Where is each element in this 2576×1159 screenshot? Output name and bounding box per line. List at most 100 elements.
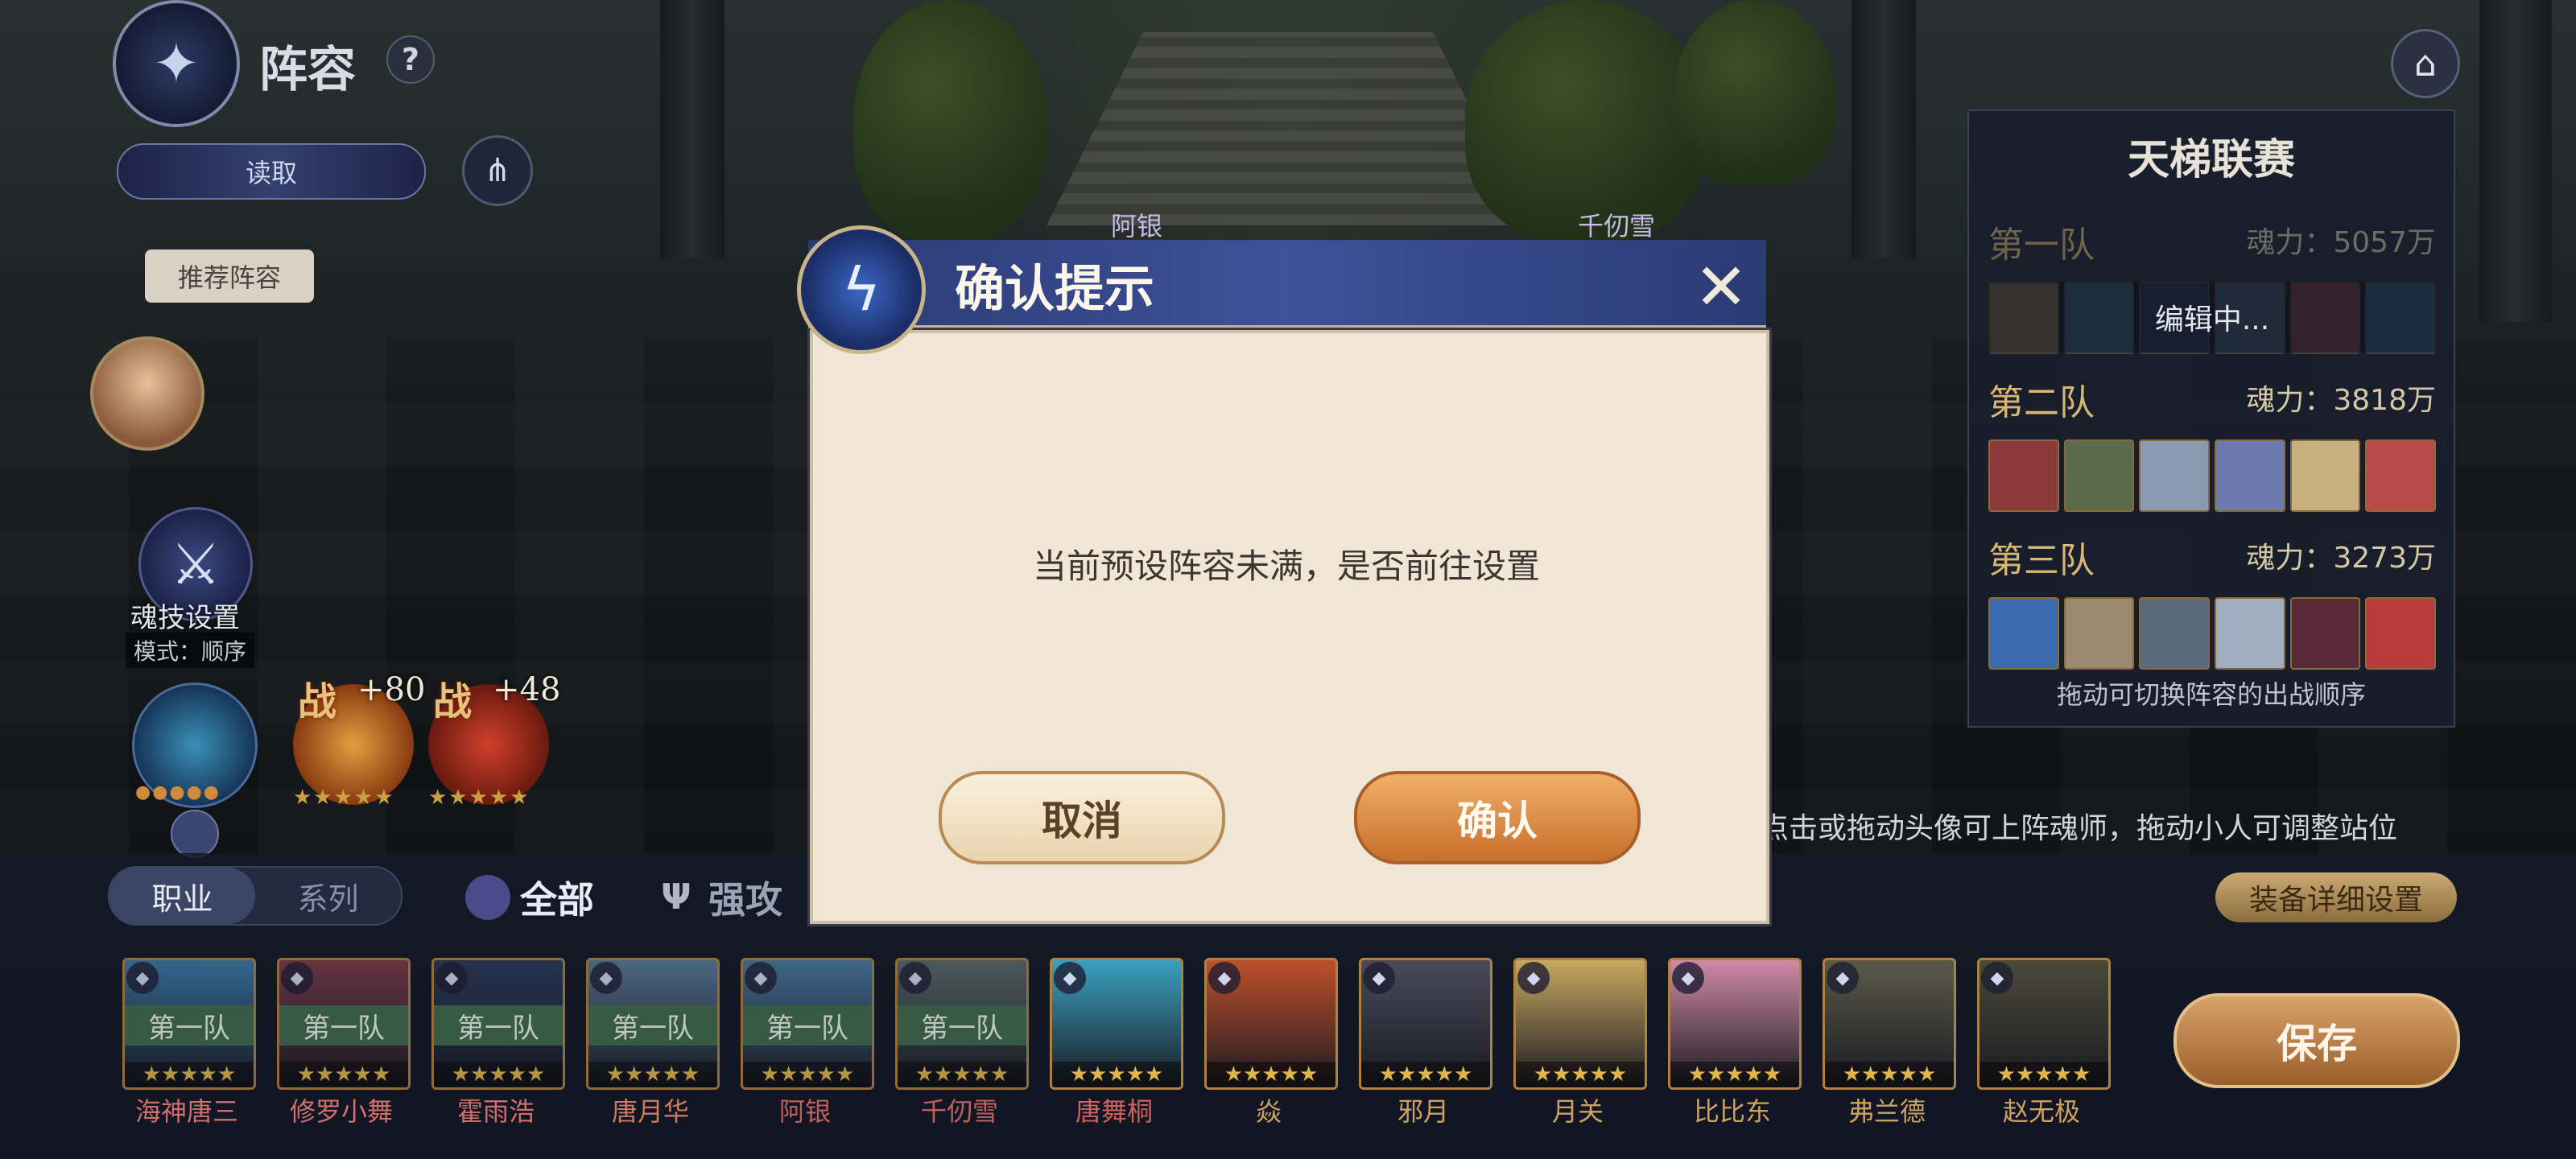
hero-card[interactable]: ◆ ★★★★★: [1204, 958, 1338, 1090]
hero-card[interactable]: ◆ ★★★★★: [1977, 958, 2111, 1090]
hero-avatar: [2289, 439, 2361, 512]
hero-avatar: [2365, 597, 2437, 670]
hero-stars: ★★★★★: [279, 1062, 408, 1087]
filter-all[interactable]: 全部: [465, 871, 594, 924]
hero-stars: ★★★★★: [1516, 1062, 1645, 1087]
hero-stars: ★★★★★: [125, 1062, 254, 1087]
team-heroes-2[interactable]: [1988, 439, 2437, 512]
pet-type-tag: 战: [298, 679, 337, 724]
hero-avatar: [2289, 597, 2361, 670]
hero-stars: ★★★★★: [1825, 1062, 1954, 1087]
hero-stars: ★★★★★: [434, 1062, 563, 1087]
dialog-message: 当前预设阵容未满，是否前往设置: [1032, 547, 1540, 586]
hero-name: 唐舞桐: [1075, 1096, 1153, 1127]
hero-name: 月关: [1551, 1096, 1604, 1127]
hero-card[interactable]: ◆ ★★★★★: [1050, 958, 1183, 1090]
team-name: 第二队: [1988, 382, 2095, 423]
class-badge-icon: ◆: [281, 962, 313, 994]
hero-card[interactable]: ◆ ★★★★★: [1359, 958, 1492, 1090]
filter-attack[interactable]: Ψ 强攻: [654, 871, 782, 924]
hero-card[interactable]: ◆ 第一队 ★★★★★: [277, 958, 411, 1090]
class-badge-icon: ◆: [1517, 962, 1550, 994]
hero-name: 霍雨浩: [456, 1096, 535, 1127]
pet-bonus: +80: [357, 671, 426, 708]
close-icon[interactable]: ✕: [1689, 250, 1753, 324]
team-power: 魂力：5057万: [2246, 226, 2436, 259]
hero-stars: ★★★★★: [1361, 1062, 1490, 1087]
hero-avatar: [1988, 439, 2059, 512]
hero-avatar: [2215, 597, 2285, 670]
team-tag: 第一队: [898, 1005, 1026, 1046]
confirm-button[interactable]: 确认: [1354, 771, 1641, 864]
pet-bonus: +48: [493, 671, 561, 708]
dialog-header: [808, 240, 1766, 328]
pet-stars: ★★★★★: [428, 786, 530, 810]
recommend-lineup-button[interactable]: 推荐阵容: [145, 250, 314, 303]
team-row-2[interactable]: 第二队 魂力：3818万: [1988, 373, 2436, 423]
hero-name: 海神唐三: [134, 1096, 238, 1127]
team-row-1[interactable]: 第一队 魂力：5057万: [1988, 216, 2436, 266]
team-tag: 第一队: [434, 1005, 563, 1046]
soul-skill-mode: 模式：顺序: [126, 633, 255, 668]
team-name: 第一队: [1988, 225, 2095, 266]
class-badge-icon: ◆: [1981, 962, 2013, 994]
pet-stars: ★★★★★: [293, 786, 395, 810]
stage-hero-label: 阿银: [1111, 211, 1163, 241]
hero-name: 赵无极: [2002, 1096, 2080, 1127]
hero-name: 焱: [1255, 1096, 1282, 1127]
class-badge-icon: ◆: [1363, 962, 1395, 994]
share-icon[interactable]: ⋔: [462, 135, 533, 206]
filter-all-label: 全部: [520, 878, 594, 922]
hero-name: 修罗小舞: [289, 1096, 393, 1127]
class-badge-icon: ◆: [590, 962, 622, 994]
editing-label: 编辑中...: [1988, 282, 2436, 353]
ladder-hint: 拖动可切换阵容的出战顺序: [2056, 679, 2366, 710]
hero-card[interactable]: ◆ 第一队 ★★★★★: [586, 958, 720, 1090]
soul-skill-label[interactable]: 魂技设置: [130, 596, 240, 635]
team-tag: 第一队: [125, 1005, 254, 1046]
hero-name: 弗兰德: [1847, 1096, 1926, 1127]
lightning-emblem-icon: ϟ: [797, 225, 926, 354]
class-badge-icon: ◆: [1672, 962, 1704, 994]
hero-stars: ★★★★★: [1207, 1062, 1335, 1087]
team-heroes-3[interactable]: [1988, 597, 2437, 670]
class-badge-icon: ◆: [899, 962, 931, 994]
hero-stars: ★★★★★: [743, 1062, 872, 1087]
hero-card[interactable]: ◆ 第一队 ★★★★★: [122, 958, 256, 1090]
small-avatar: [171, 810, 219, 858]
roster-tab-group: 职业 系列: [108, 866, 402, 926]
read-button[interactable]: 读取: [117, 143, 426, 200]
hero-card[interactable]: ◆ 第一队 ★★★★★: [895, 958, 1029, 1090]
cancel-button[interactable]: 取消: [939, 771, 1225, 864]
hero-card[interactable]: ◆ ★★★★★: [1823, 958, 1956, 1090]
save-button[interactable]: 保存: [2174, 993, 2460, 1088]
tab-profession[interactable]: 职业: [109, 868, 255, 924]
class-badge-icon: ◆: [1827, 962, 1859, 994]
equip-detail-button[interactable]: 装备详细设置: [2215, 872, 2457, 922]
drag-hint: 点击或拖动头像可上阵魂师，拖动小人可调整站位: [1760, 812, 2398, 845]
hero-card[interactable]: ◆ 第一队 ★★★★★: [741, 958, 874, 1090]
hero-name: 唐月华: [611, 1096, 689, 1127]
team-power: 魂力：3273万: [2246, 542, 2436, 575]
trident-icon: Ψ: [661, 876, 691, 918]
ladder-title: 天梯联赛: [2127, 134, 2295, 184]
hero-name: 比比东: [1693, 1096, 1771, 1127]
lineup-emblem-icon: ✦: [113, 0, 240, 127]
hero-avatar: [2215, 439, 2285, 512]
hero-stars: ★★★★★: [1052, 1062, 1181, 1087]
help-icon[interactable]: ?: [386, 35, 435, 84]
page-title: 阵容: [259, 42, 356, 98]
home-icon[interactable]: ⌂: [2391, 29, 2460, 98]
hero-avatar: [2139, 439, 2211, 512]
hero-avatar: [1988, 597, 2059, 670]
hero-card[interactable]: ◆ ★★★★★: [1513, 958, 1647, 1090]
hero-stars: ★★★★★: [1670, 1062, 1799, 1087]
class-badge-icon: ◆: [1208, 962, 1241, 994]
guide-avatar[interactable]: [90, 336, 204, 451]
hero-card[interactable]: ◆ 第一队 ★★★★★: [431, 958, 565, 1090]
team-row-3[interactable]: 第三队 魂力：3273万: [1988, 531, 2436, 581]
tab-series[interactable]: 系列: [255, 868, 401, 924]
team-tag: 第一队: [743, 1005, 872, 1046]
team-name: 第三队: [1988, 540, 2095, 581]
hero-card[interactable]: ◆ ★★★★★: [1668, 958, 1802, 1090]
